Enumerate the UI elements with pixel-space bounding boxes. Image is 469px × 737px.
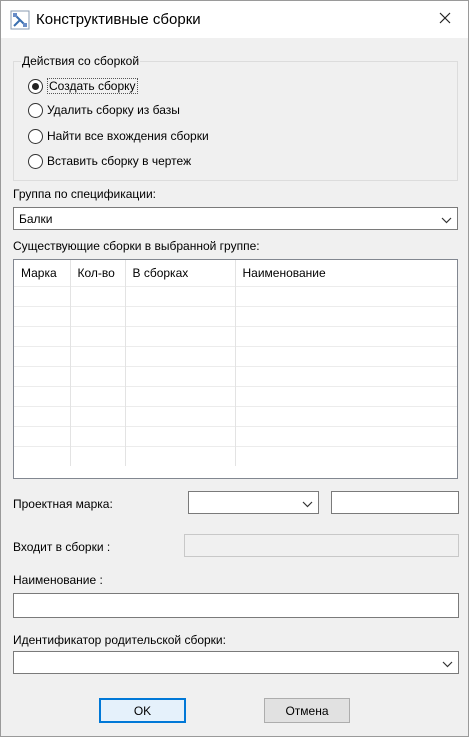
radio-label: Создать сборку (47, 78, 138, 94)
radio-create-assembly[interactable]: Создать сборку (28, 77, 138, 95)
chevron-down-icon (441, 214, 452, 224)
project-mark-input[interactable] (331, 491, 459, 514)
window-title: Конструктивные сборки (36, 11, 201, 28)
name-input[interactable] (13, 593, 459, 618)
table-row (14, 345, 457, 366)
table-row (14, 405, 457, 426)
cancel-button[interactable]: Отмена (264, 698, 350, 723)
actions-group-legend: Действия со сборкой (21, 54, 141, 68)
table-row (14, 425, 457, 446)
dialog-window: Конструктивные сборки Действия со сборко… (0, 0, 469, 737)
column-header-qty[interactable]: Кол-во (70, 260, 126, 286)
name-label: Наименование : (13, 573, 103, 587)
radio-button[interactable] (28, 153, 43, 169)
close-button[interactable] (422, 1, 468, 38)
parent-id-select[interactable] (13, 651, 459, 674)
table-row (14, 285, 457, 306)
radio-label: Найти все вхождения сборки (47, 129, 209, 143)
radio-button[interactable] (28, 78, 43, 94)
close-icon (439, 12, 451, 27)
radio-delete-assembly[interactable]: Удалить сборку из базы (28, 101, 180, 119)
included-in-field (184, 534, 459, 557)
radio-label: Удалить сборку из базы (47, 103, 180, 117)
column-header-mark[interactable]: Марка (14, 260, 71, 286)
spec-group-label: Группа по спецификации: (13, 187, 156, 201)
title-bar: Конструктивные сборки (1, 1, 468, 38)
spec-group-select[interactable]: Балки (13, 207, 458, 230)
table-row (14, 325, 457, 346)
table-row (14, 445, 457, 466)
existing-assemblies-label: Существующие сборки в выбранной группе: (13, 239, 260, 253)
parent-id-label: Идентификатор родительской сборки: (13, 633, 226, 647)
table-row (14, 365, 457, 386)
table-row (14, 305, 457, 326)
chevron-down-icon (442, 658, 453, 668)
radio-label: Вставить сборку в чертеж (47, 154, 192, 168)
existing-assemblies-table[interactable]: Марка Кол-во В сборках Наименование (13, 259, 458, 479)
radio-find-occurrences[interactable]: Найти все вхождения сборки (28, 127, 209, 145)
spec-group-value: Балки (19, 212, 53, 226)
radio-button[interactable] (28, 102, 43, 118)
radio-insert-assembly[interactable]: Вставить сборку в чертеж (28, 152, 191, 170)
column-header-in-assemblies[interactable]: В сборках (125, 260, 236, 286)
assembly-app-icon (10, 10, 30, 30)
project-mark-select[interactable] (188, 491, 319, 514)
column-header-name[interactable]: Наименование (235, 260, 457, 286)
radio-button[interactable] (28, 128, 43, 144)
ok-button[interactable]: OK (99, 698, 186, 723)
included-in-label: Входит в сборки : (13, 540, 111, 554)
project-mark-label: Проектная марка: (13, 497, 113, 511)
chevron-down-icon (302, 498, 313, 508)
table-row (14, 385, 457, 406)
